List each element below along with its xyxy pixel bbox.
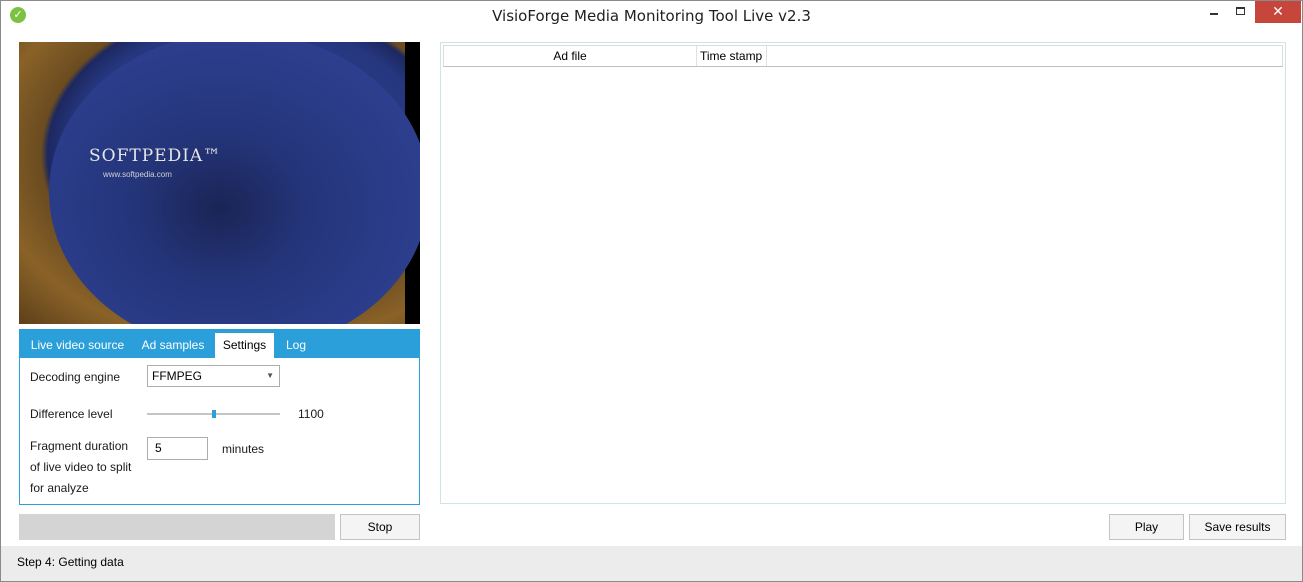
difference-level-value: 1100 — [298, 407, 324, 421]
tab-ad-samples[interactable]: Ad samples — [134, 333, 212, 358]
window-title: VisioForge Media Monitoring Tool Live v2… — [492, 7, 811, 25]
maximize-icon — [1235, 7, 1245, 15]
settings-tab-panel: Live video source Ad samples Settings Lo… — [19, 329, 420, 505]
main-window: ✓ VisioForge Media Monitoring Tool Live … — [0, 0, 1303, 582]
difference-level-slider-thumb[interactable] — [212, 410, 216, 418]
status-bar: Step 4: Getting data — [1, 546, 1302, 581]
progress-bar — [19, 514, 335, 540]
decoding-engine-value: FFMPEG — [152, 369, 202, 383]
tab-settings[interactable]: Settings — [215, 333, 274, 358]
video-disc-image — [49, 42, 420, 324]
tab-strip: Live video source Ad samples Settings Lo… — [20, 330, 419, 358]
close-button[interactable]: ✕ — [1255, 1, 1301, 23]
column-header-ad-file[interactable]: Ad file — [444, 46, 697, 66]
play-button[interactable]: Play — [1109, 514, 1184, 540]
fragment-duration-label-line3: for analyze — [30, 481, 89, 495]
tab-log[interactable]: Log — [278, 333, 314, 358]
decoding-engine-select[interactable]: FFMPEG ▼ — [147, 365, 280, 387]
video-brand-text: SOFTPEDIA™ — [89, 146, 222, 166]
video-preview: SOFTPEDIA™ www.softpedia.com — [19, 42, 420, 324]
column-header-time-stamp[interactable]: Time stamp — [697, 46, 767, 66]
results-table: Ad file Time stamp — [440, 42, 1286, 504]
fragment-duration-input[interactable]: 5 — [147, 437, 208, 460]
save-results-button[interactable]: Save results — [1189, 514, 1286, 540]
difference-level-label: Difference level — [30, 407, 113, 421]
video-url-text: www.softpedia.com — [103, 170, 172, 179]
fragment-duration-unit: minutes — [222, 442, 265, 456]
decoding-engine-label: Decoding engine — [30, 370, 121, 384]
minimize-icon — [1210, 13, 1218, 15]
title-bar: ✓ VisioForge Media Monitoring Tool Live … — [1, 1, 1302, 31]
results-table-header: Ad file Time stamp — [443, 45, 1283, 67]
video-frame: SOFTPEDIA™ www.softpedia.com — [19, 42, 420, 324]
fragment-duration-label-line2: of live video to split — [30, 460, 132, 474]
close-icon: ✕ — [1272, 3, 1284, 19]
status-text: Step 4: Getting data — [17, 555, 124, 569]
minimize-button[interactable] — [1201, 1, 1227, 23]
chevron-down-icon: ▼ — [266, 371, 274, 380]
stop-button[interactable]: Stop — [340, 514, 420, 540]
maximize-button[interactable] — [1227, 1, 1253, 23]
fragment-duration-label-line1: Fragment duration — [30, 439, 129, 453]
tab-live-video-source[interactable]: Live video source — [24, 333, 131, 358]
